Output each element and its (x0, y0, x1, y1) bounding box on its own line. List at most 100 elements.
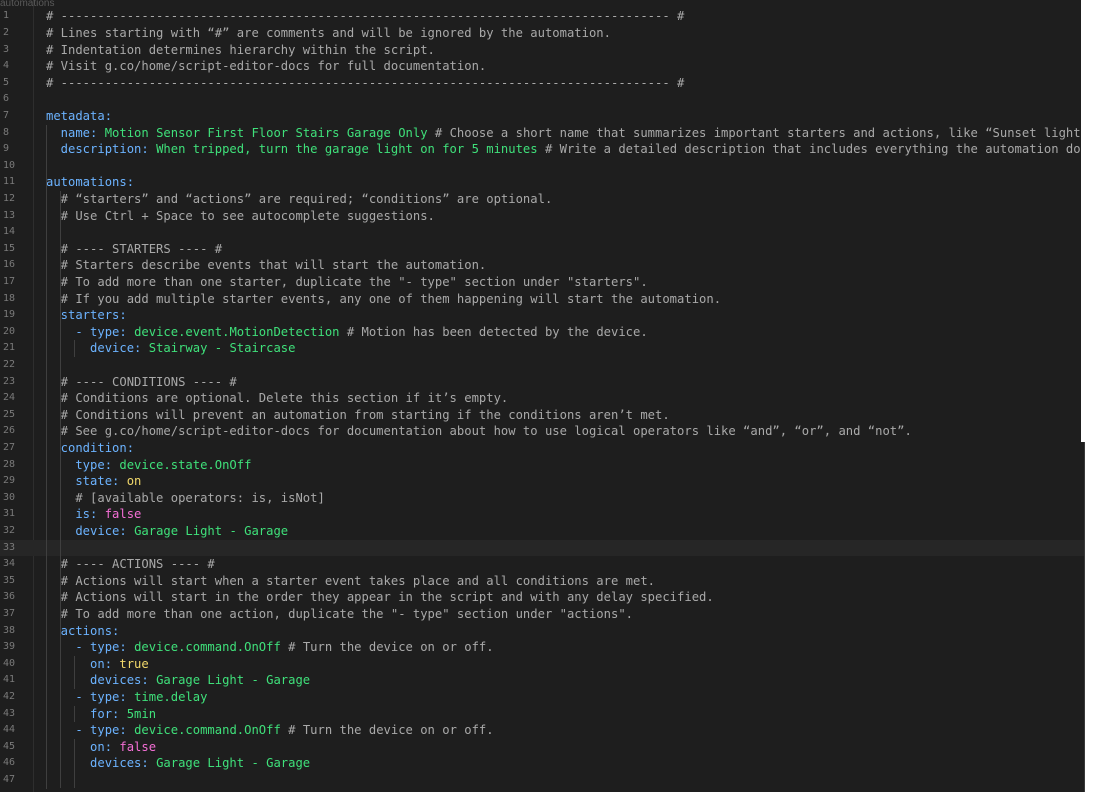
code-line[interactable]: 35 # Actions will start when a starter e… (0, 573, 1084, 590)
code-token: false (119, 739, 157, 754)
code-line[interactable]: 42 - type: time.delay (0, 689, 1084, 706)
code-line[interactable]: 13 # Use Ctrl + Space to see autocomplet… (0, 208, 1084, 225)
code-line[interactable]: 44 - type: device.command.OnOff # Turn t… (0, 722, 1084, 739)
code-line[interactable]: 31 is: false (0, 506, 1084, 523)
line-number: 19 (3, 309, 16, 321)
code-line[interactable]: 6 (0, 91, 1084, 108)
line-number: 4 (3, 60, 10, 72)
code-token: # --------------------------------------… (46, 9, 685, 24)
line-number: 23 (3, 375, 16, 387)
code-text: name: Motion Sensor First Floor Stairs G… (46, 125, 1098, 142)
line-number: 17 (3, 275, 16, 287)
code-line[interactable]: 2 # Lines starting with “#” are comments … (0, 25, 1084, 42)
code-line[interactable]: 10 (0, 158, 1084, 175)
code-text: - type: device.event.MotionDetection # M… (46, 324, 647, 341)
code-line[interactable]: 5 # -------------------------------------… (0, 75, 1084, 92)
code-token: true (119, 656, 149, 671)
line-number: 13 (3, 209, 16, 221)
line-number: 34 (3, 558, 16, 570)
code-line[interactable]: 14 (0, 224, 1084, 241)
code-line[interactable]: 9 description: When tripped, turn the ga… (0, 141, 1098, 158)
indent-guide (74, 738, 75, 789)
code-line[interactable]: 1 # -------------------------------------… (0, 8, 1084, 25)
code-line[interactable]: 38 actions: (0, 623, 1084, 640)
code-token: # Conditions are optional. Delete this s… (46, 391, 509, 406)
code-line[interactable]: 41 devices: Garage Light - Garage (0, 672, 1084, 689)
indent-guide (60, 190, 61, 789)
code-line[interactable]: 3 # Indentation determines hierarchy with… (0, 42, 1084, 59)
code-line[interactable]: 47 (0, 772, 1084, 789)
window-tab-label: automations (0, 0, 55, 8)
code-token: time.delay (134, 689, 208, 704)
code-line[interactable]: 24 # Conditions are optional. Delete thi… (0, 390, 1084, 407)
code-line[interactable]: 11 automations: (0, 174, 1084, 191)
code-token: # Conditions will prevent an automation … (46, 407, 670, 422)
code-line[interactable]: 33 (0, 539, 1084, 557)
code-token: false (104, 507, 142, 522)
code-line[interactable]: 18 # If you add multiple starter events,… (0, 291, 1084, 308)
code-token: automations: (46, 175, 135, 190)
code-line[interactable]: 15 # ---- STARTERS ---- # (0, 241, 1084, 258)
code-line[interactable]: 32 device: Garage Light - Garage (0, 523, 1084, 540)
code-line[interactable]: 4 # Visit g.co/home/script-editor-docs fo… (0, 58, 1084, 75)
code-line[interactable]: 23 # ---- CONDITIONS ---- # (0, 374, 1084, 391)
line-number: 15 (3, 242, 16, 254)
code-token: # Turn the device on or off. (280, 640, 494, 655)
line-number: 20 (3, 325, 16, 337)
code-token: # Choose a short name that summarizes im… (427, 125, 1098, 140)
code-token: # Lines starting with “#” are comments a… (46, 25, 611, 40)
code-text: devices: Garage Light - Garage (46, 755, 310, 772)
code-line[interactable]: 12 # “starters” and “actions” are requir… (0, 191, 1084, 208)
code-line[interactable]: 36 # Actions will start in the order the… (0, 589, 1084, 606)
code-token: Garage Light - Garage (156, 756, 311, 771)
line-number: 37 (3, 607, 16, 619)
code-line[interactable]: 27 condition: (0, 440, 1084, 457)
code-line[interactable]: 20 - type: device.event.MotionDetection … (0, 324, 1084, 341)
code-token: for: (46, 706, 127, 721)
code-token: device.command.OnOff (134, 723, 281, 738)
code-line[interactable]: 30 # [available operators: is, isNot] (0, 490, 1084, 507)
code-line[interactable]: 25 # Conditions will prevent an automati… (0, 407, 1084, 424)
code-line[interactable]: 28 type: device.state.OnOff (0, 457, 1084, 474)
code-line[interactable]: 22 (0, 357, 1084, 374)
code-token: Stairway - Staircase (148, 341, 296, 356)
code-line[interactable]: 40 on: true (0, 656, 1084, 673)
code-token: name: (46, 125, 105, 140)
window-bottom-edge (0, 792, 1098, 800)
line-number: 8 (3, 126, 10, 138)
line-number: 35 (3, 574, 16, 586)
code-line[interactable]: 37 # To add more than one action, duplic… (0, 606, 1084, 623)
code-line[interactable]: 26 # See g.co/home/script-editor-docs fo… (0, 423, 1084, 440)
line-number: 21 (3, 342, 16, 354)
code-line[interactable]: 29 state: on (0, 473, 1084, 490)
code-token: # --------------------------------------… (46, 75, 685, 90)
code-line[interactable]: 39 - type: device.command.OnOff # Turn t… (0, 639, 1084, 656)
code-token: device: (46, 341, 149, 356)
line-number: 36 (3, 591, 16, 603)
code-line[interactable]: 17 # To add more than one starter, dupli… (0, 274, 1084, 291)
code-line[interactable]: 19 starters: (0, 307, 1084, 324)
line-number: 28 (3, 458, 16, 470)
code-token: Garage Light - Garage (156, 673, 311, 688)
code-token: # See g.co/home/script-editor-docs for d… (46, 424, 912, 439)
code-line[interactable]: 34 # ---- ACTIONS ---- # (0, 556, 1084, 573)
code-line[interactable]: 45 on: false (0, 739, 1084, 756)
code-line[interactable]: 43 for: 5min (0, 706, 1084, 723)
code-token: starters: (46, 308, 127, 323)
line-number: 14 (3, 226, 16, 238)
code-token: type: (46, 457, 120, 472)
code-text: # Visit g.co/home/script-editor-docs for… (46, 58, 486, 75)
code-token: devices: (46, 673, 157, 688)
code-token: # Write a detailed description that incl… (537, 142, 1098, 157)
code-line[interactable]: 16 # Starters describe events that will … (0, 257, 1084, 274)
code-line[interactable]: 8 name: Motion Sensor First Floor Stairs… (0, 125, 1098, 142)
code-token: on: (46, 656, 120, 671)
code-line[interactable]: 7 metadata: (0, 108, 1084, 125)
line-number: 22 (3, 358, 16, 370)
code-text: # Actions will start in the order they a… (46, 589, 714, 606)
indent-guide (74, 340, 75, 357)
code-text: automations: (46, 174, 134, 191)
line-number: 27 (3, 441, 16, 453)
code-line[interactable]: 21 device: Stairway - Staircase (0, 340, 1084, 357)
code-line[interactable]: 46 devices: Garage Light - Garage (0, 755, 1084, 772)
